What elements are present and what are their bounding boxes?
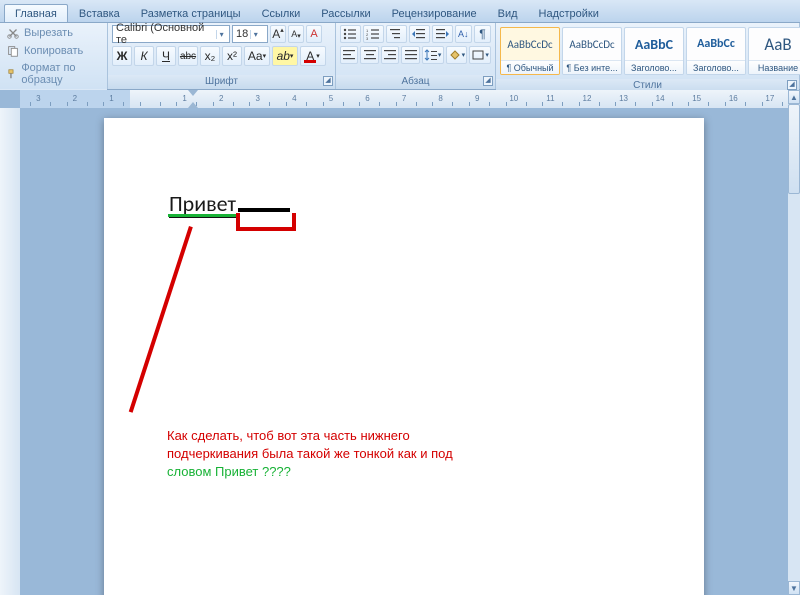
scroll-up-button[interactable]: ▲ [788, 90, 800, 104]
font-family-value: Calibri (Основной те [116, 22, 214, 46]
decrease-indent-button[interactable] [409, 25, 430, 43]
tab-home[interactable]: Главная [4, 4, 68, 22]
copy-label: Копировать [24, 45, 83, 57]
font-family-combo[interactable]: Calibri (Основной те ▾ [112, 25, 230, 43]
copy-button[interactable]: Копировать [4, 43, 103, 59]
style-no-spacing[interactable]: AaBbCcDc ¶ Без инте... [562, 27, 622, 75]
strike-button[interactable]: abc [178, 46, 198, 66]
bold-button[interactable]: Ж [112, 46, 132, 66]
page-area: Привет Как сделать, чтоб вот эта часть н… [20, 108, 788, 595]
font-size-combo[interactable]: 18 ▾ [232, 25, 268, 43]
justify-button[interactable] [401, 46, 419, 64]
document-workspace: 3211234567891011121314151617 Привет Как … [0, 90, 800, 595]
clear-formatting-button[interactable]: A [306, 25, 322, 43]
tab-insert[interactable]: Вставка [69, 5, 130, 22]
style-normal[interactable]: AaBbCcDc ¶ Обычный [500, 27, 560, 75]
first-line-indent-marker[interactable] [188, 90, 198, 96]
vertical-ruler[interactable] [0, 108, 20, 595]
highlight-button[interactable]: ab▾ [272, 46, 298, 66]
horizontal-ruler[interactable]: 3211234567891011121314151617 [20, 90, 788, 108]
increase-indent-button[interactable] [432, 25, 453, 43]
format-painter-button[interactable]: Формат по образцу [4, 61, 103, 87]
sort-button[interactable]: A↓ [455, 25, 472, 43]
ribbon-tabs: Главная Вставка Разметка страницы Ссылки… [0, 0, 800, 22]
format-painter-label: Формат по образцу [21, 62, 101, 86]
font-dialog-launcher[interactable]: ◢ [323, 76, 333, 86]
shrink-font-button[interactable]: A▾ [288, 25, 304, 43]
tab-review[interactable]: Рецензирование [382, 5, 487, 22]
svg-text:3: 3 [366, 36, 369, 40]
italic-button[interactable]: К [134, 46, 154, 66]
group-label-paragraph: Абзац ◢ [336, 75, 495, 89]
bucket-icon [448, 49, 462, 61]
superscript-button[interactable]: x² [222, 46, 242, 66]
scissors-icon [6, 26, 20, 40]
annotation-green-underline [168, 214, 238, 217]
annotation-question-text: Как сделать, чтоб вот эта часть нижнего … [167, 427, 507, 481]
ribbon: Вырезать Копировать Формат по образцу Бу… [0, 22, 800, 90]
cut-label: Вырезать [24, 27, 73, 39]
grow-font-button[interactable]: A▴ [270, 25, 286, 43]
shading-button[interactable]: ▾ [446, 46, 468, 64]
annotation-thick-underline [238, 208, 290, 212]
underline-button[interactable]: Ч [156, 46, 176, 66]
align-center-button[interactable] [360, 46, 378, 64]
align-left-button[interactable] [340, 46, 358, 64]
borders-icon [471, 49, 485, 61]
bullets-button[interactable] [340, 25, 361, 43]
document-page[interactable]: Привет Как сделать, чтоб вот эта часть н… [104, 118, 704, 595]
styles-dialog-launcher[interactable]: ◢ [787, 80, 797, 90]
scroll-thumb[interactable] [788, 104, 800, 194]
line-spacing-button[interactable]: ▾ [422, 46, 444, 64]
align-right-button[interactable] [381, 46, 399, 64]
annotation-red-bracket [236, 213, 296, 231]
tab-view[interactable]: Вид [488, 5, 528, 22]
multilevel-list-button[interactable] [386, 25, 407, 43]
cut-button[interactable]: Вырезать [4, 25, 103, 41]
styles-gallery[interactable]: AaBbCcDc ¶ Обычный AaBbCcDc ¶ Без инте..… [498, 25, 800, 77]
paragraph-dialog-launcher[interactable]: ◢ [483, 76, 493, 86]
change-case-button[interactable]: Aa▾ [244, 46, 270, 66]
tab-addins[interactable]: Надстройки [529, 5, 609, 22]
group-label-font: Шрифт ◢ [108, 75, 335, 89]
chevron-down-icon: ▾ [250, 30, 260, 39]
font-size-value: 18 [236, 28, 248, 40]
subscript-button[interactable]: x₂ [200, 46, 220, 66]
borders-button[interactable]: ▾ [469, 46, 491, 64]
scroll-down-button[interactable]: ▼ [788, 581, 800, 595]
paintbrush-icon [6, 67, 17, 81]
tab-references[interactable]: Ссылки [252, 5, 311, 22]
tab-page-layout[interactable]: Разметка страницы [131, 5, 251, 22]
copy-icon [6, 44, 20, 58]
show-marks-button[interactable]: ¶ [474, 25, 491, 43]
style-title[interactable]: АаВ Название [748, 27, 800, 75]
vertical-scrollbar[interactable]: ▲ ▼ [788, 90, 800, 595]
numbering-button[interactable]: 123 [363, 25, 384, 43]
annotation-red-arrow [129, 226, 193, 413]
chevron-down-icon: ▾ [216, 30, 226, 39]
style-heading2[interactable]: AaBbCc Заголово... [686, 27, 746, 75]
font-color-button[interactable]: A ▾ [300, 46, 326, 66]
style-heading1[interactable]: AaBbC Заголово... [624, 27, 684, 75]
tab-mailings[interactable]: Рассылки [311, 5, 380, 22]
